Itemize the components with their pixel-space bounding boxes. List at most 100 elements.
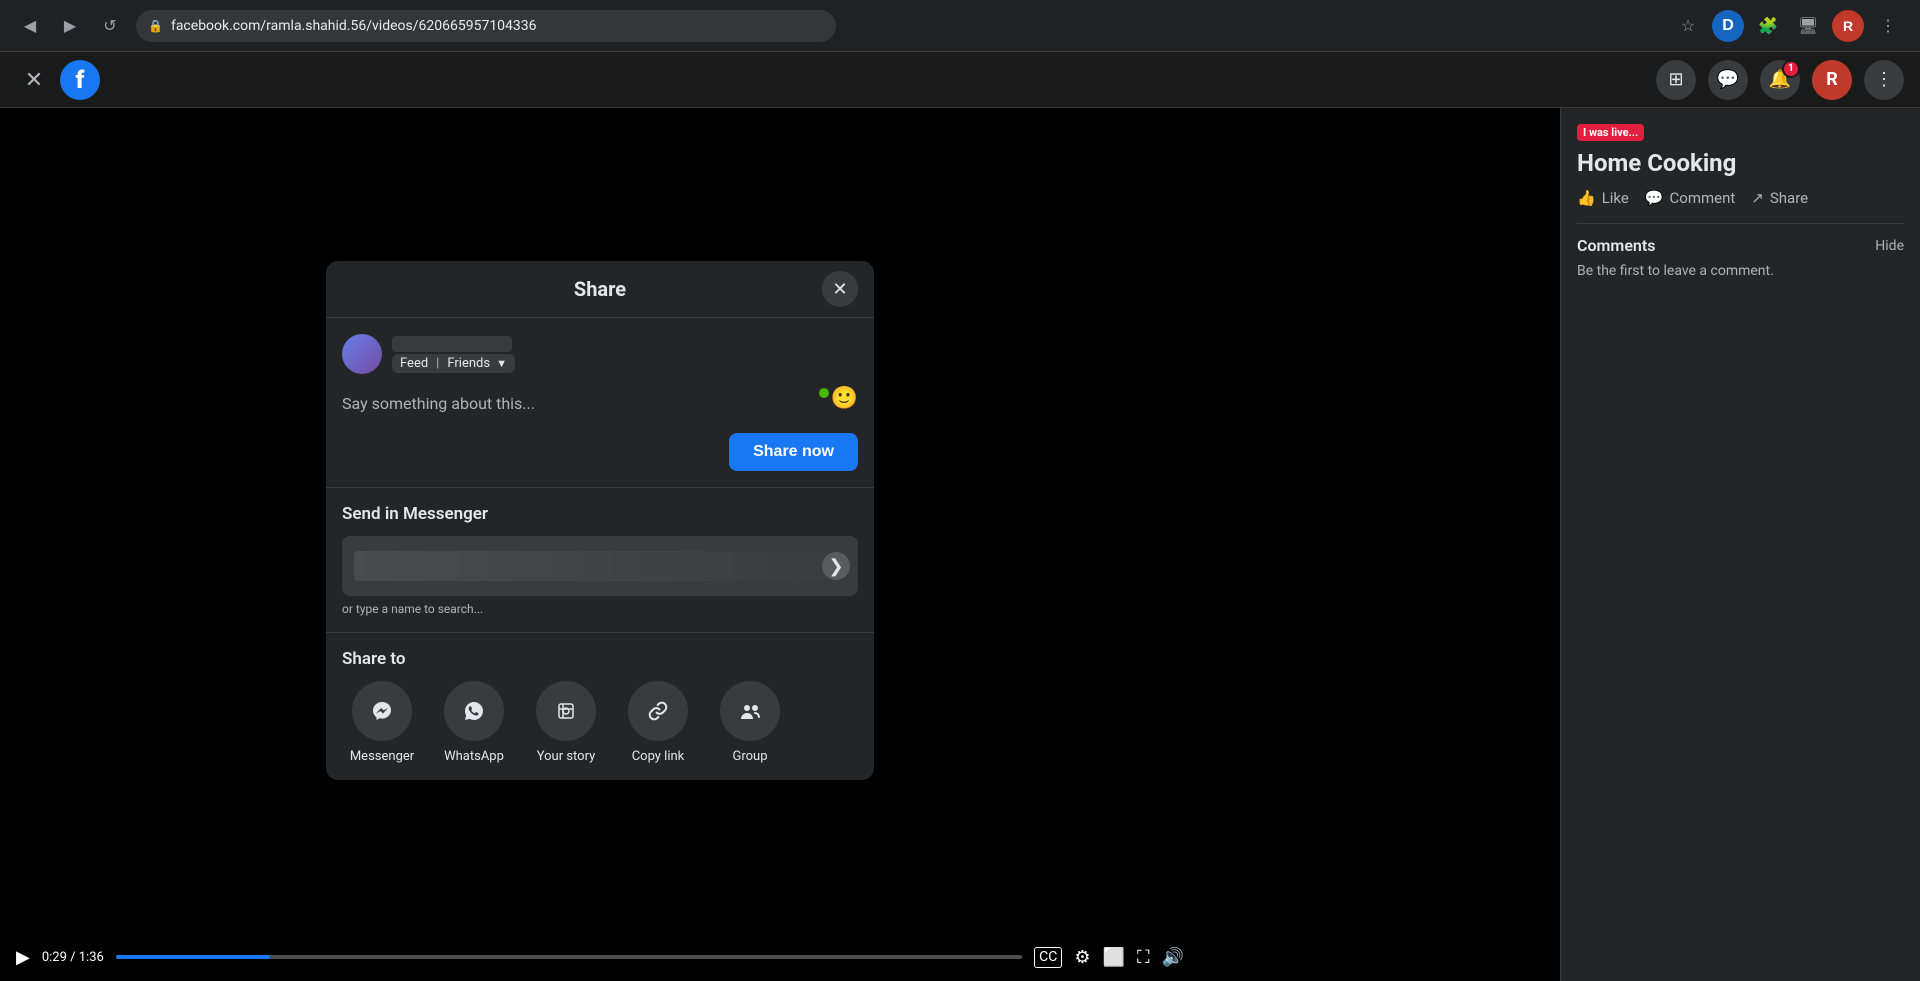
video-controls: ▶ 0:29 / 1:36 CC ⚙ ⬜ ⛶ 🔊 [0,933,1200,981]
modal-body: Feed | Friends ▼ Say something about thi… [326,318,874,780]
messenger-section: Send in Messenger ❯ or type a name to se… [326,488,874,633]
address-bar[interactable]: 🔒 facebook.com/ramla.shahid.56/videos/62… [136,10,836,42]
ext-button-3[interactable]: 🖥 [1792,10,1824,42]
post-section: Feed | Friends ▼ Say something about thi… [326,318,874,488]
share-now-row: Share now [342,433,858,471]
share-now-button[interactable]: Share now [729,433,858,471]
sidebar-comment-action[interactable]: 💬 Comment [1645,189,1735,207]
progress-bar[interactable] [116,955,1022,959]
progress-fill [116,955,270,959]
comments-title: Comments [1577,236,1655,255]
fb-header-right: ⊞ 💬 🔔 1 R ⋮ [1656,60,1904,100]
comments-header: Comments Hide [1577,236,1904,255]
share-to-copy-link[interactable]: Copy link [618,681,698,764]
fullscreen-button[interactable]: ⛶ [1137,947,1150,968]
play-button[interactable]: ▶ [16,947,30,968]
browser-actions: ☆ D 🧩 🖥 R ⋮ [1672,10,1904,42]
messenger-share-label: Messenger [350,749,414,764]
whatsapp-share-label: WhatsApp [444,749,504,764]
your-story-icon-circle [536,681,596,741]
close-icon: ✕ [832,279,847,300]
post-avatar [342,334,382,374]
dropdown-arrow: ▼ [496,357,507,370]
sidebar-share-action[interactable]: ↗ Share [1751,189,1808,207]
browser-bar: ◀ ▶ ↺ 🔒 facebook.com/ramla.shahid.56/vid… [0,0,1920,52]
url-text: facebook.com/ramla.shahid.56/videos/6206… [171,18,537,34]
share-modal: Share ✕ Feed [326,261,874,780]
emoji-button[interactable]: 🙂 [819,386,858,411]
modal-close-button[interactable]: ✕ [822,271,858,307]
share-to-title: Share to [342,649,858,669]
profile-button[interactable]: R [1832,10,1864,42]
post-meta: Feed | Friends ▼ [392,336,515,373]
share-to-your-story[interactable]: Your story [526,681,606,764]
your-story-share-label: Your story [537,749,596,764]
star-button[interactable]: ☆ [1672,10,1704,42]
live-badge: I was live... [1577,124,1644,141]
menu-button[interactable]: ⋮ [1872,10,1904,42]
fb-grid-icon[interactable]: ⊞ [1656,60,1696,100]
copy-link-icon-circle [628,681,688,741]
audience-label: Friends [447,356,490,371]
say-something-row: Say something about this... 🙂 [342,386,858,421]
cc-button[interactable]: CC [1034,947,1062,968]
messenger-contacts[interactable]: ❯ [342,536,858,596]
time-separator: / [70,950,79,965]
total-time: 1:36 [79,950,104,965]
share-to-icons: Messenger WhatsApp [342,681,858,764]
post-user-row: Feed | Friends ▼ [342,334,858,374]
refresh-button[interactable]: ↺ [96,12,124,40]
share-to-whatsapp[interactable]: WhatsApp [434,681,514,764]
say-something-text[interactable]: Say something about this... [342,386,819,421]
settings-button[interactable]: ⚙ [1074,947,1090,968]
share-to-group[interactable]: Group [710,681,790,764]
notification-badge: 1 [1782,60,1800,78]
fb-notification-icon[interactable]: 🔔 1 [1760,60,1800,100]
first-comment-text: Be the first to leave a comment. [1577,263,1904,279]
like-label: Like [1602,189,1629,207]
fb-header: ✕ f ⊞ 💬 🔔 1 R ⋮ [0,52,1920,108]
post-audience-dropdown[interactable]: Feed | Friends ▼ [392,354,515,373]
sidebar-divider [1577,223,1904,224]
fb-close-button[interactable]: ✕ [16,62,52,98]
sidebar-title: Home Cooking [1577,149,1904,177]
messenger-chevron-icon[interactable]: ❯ [822,552,850,580]
current-time: 0:29 [42,950,67,965]
video-area: Share ✕ Feed [0,108,1560,981]
theater-button[interactable]: ⬜ [1103,947,1125,968]
feed-label: Feed [400,356,428,371]
control-icons: CC ⚙ ⬜ ⛶ 🔊 [1034,947,1184,968]
sidebar-actions: 👍 Like 💬 Comment ↗ Share [1577,189,1904,207]
like-icon: 👍 [1577,189,1596,207]
fb-logo[interactable]: f [60,60,100,100]
fb-more-icon[interactable]: ⋮ [1864,60,1904,100]
modal-title: Share [574,277,626,301]
back-button[interactable]: ◀ [16,12,44,40]
ext-button-2[interactable]: 🧩 [1752,10,1784,42]
copy-link-share-label: Copy link [632,749,685,764]
messenger-hint: or type a name to search... [342,596,858,616]
volume-button[interactable]: 🔊 [1162,947,1184,968]
time-display: 0:29 / 1:36 [42,950,104,965]
whatsapp-icon-circle [444,681,504,741]
messenger-icon-circle [352,681,412,741]
contacts-blur [354,551,846,581]
post-name-blur [392,336,512,352]
forward-button[interactable]: ▶ [56,12,84,40]
right-sidebar: I was live... Home Cooking 👍 Like 💬 Comm… [1560,108,1920,981]
group-share-label: Group [732,749,767,764]
comment-label: Comment [1670,189,1736,207]
modal-overlay: Share ✕ Feed [0,108,1200,933]
lock-icon: 🔒 [148,19,163,33]
share-to-section: Share to Messenger [326,633,874,780]
share-icon: ↗ [1751,189,1764,207]
main-content: Share ✕ Feed [0,108,1920,981]
modal-header: Share ✕ [326,261,874,318]
share-label: Share [1770,189,1808,207]
share-to-messenger[interactable]: Messenger [342,681,422,764]
sidebar-like-action[interactable]: 👍 Like [1577,189,1629,207]
fb-messenger-icon[interactable]: 💬 [1708,60,1748,100]
ext-button-1[interactable]: D [1712,10,1744,42]
fb-profile-icon[interactable]: R [1812,60,1852,100]
hide-button[interactable]: Hide [1875,238,1904,254]
